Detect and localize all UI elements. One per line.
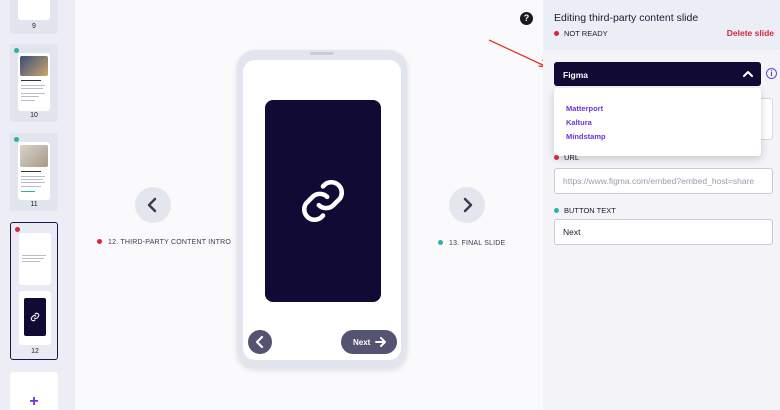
status-dot <box>14 48 19 53</box>
slide-number: 9 <box>32 23 36 30</box>
next-button-label: Next <box>353 338 371 347</box>
thumbnail-text-line <box>21 88 43 89</box>
chevron-left-icon <box>255 336 264 348</box>
thumbnail-text-line <box>22 258 44 259</box>
slide-thumbnail-card <box>19 291 51 345</box>
editor-panel: Editing third-party content slide NOT RE… <box>543 0 780 410</box>
slide-thumbnail-card <box>18 53 50 111</box>
thumbnail-text-line <box>21 96 39 97</box>
thumbnail-text-line <box>21 80 41 81</box>
dropdown-option[interactable]: Kaltura <box>566 118 592 127</box>
thumbnail-text-line <box>21 85 45 86</box>
slide-thumbnail-12[interactable]: 12 <box>10 222 58 360</box>
phone-notch <box>310 52 334 55</box>
status-dot <box>14 137 19 142</box>
slide-thumbnail-card <box>18 142 50 200</box>
phone-screen: Next <box>243 60 401 360</box>
slide-thumbnail-11[interactable]: 11 <box>10 133 58 211</box>
thumbnail-image <box>20 56 48 76</box>
status-dot <box>438 239 443 245</box>
thumbnail-text-line <box>21 100 35 101</box>
status-dot <box>554 30 559 36</box>
thumbnail-text-line <box>21 176 45 177</box>
status-dot <box>97 238 102 244</box>
thumbnail-image <box>20 145 48 167</box>
status-dot <box>554 154 559 160</box>
thumbnail-text-line <box>21 182 45 183</box>
add-slide-button[interactable]: + <box>10 372 58 410</box>
panel-title: Editing third-party content slide <box>554 12 699 24</box>
third-party-content-placeholder <box>265 100 381 302</box>
chevron-left-icon <box>147 197 157 213</box>
slide-thumbnail-card <box>18 0 50 20</box>
slide-number: 10 <box>30 112 38 119</box>
phone-preview: Next <box>237 50 407 368</box>
slide-thumbnail-card <box>19 233 51 285</box>
previous-slide-button[interactable] <box>135 187 171 223</box>
status-badge: NOT READY <box>554 29 608 38</box>
slide-thumbnail-rail: 9 10 11 12 + <box>0 0 75 410</box>
thumbnail-text-line <box>22 255 46 256</box>
slide-number: 12 <box>31 348 39 355</box>
button-text-field-label: BUTTON TEXT <box>554 206 616 215</box>
url-field-label: URL <box>554 153 579 162</box>
preview-next-button[interactable]: Next <box>341 330 397 354</box>
thumbnail-text-line <box>21 191 35 192</box>
slide-thumbnail-9[interactable]: 9 <box>10 0 58 34</box>
slide-number: 11 <box>30 201 38 208</box>
chevron-up-icon <box>743 71 753 77</box>
info-icon[interactable]: i <box>766 68 777 79</box>
delete-slide-button[interactable]: Delete slide <box>727 28 774 38</box>
editor-panel-header: Editing third-party content slide NOT RE… <box>543 0 780 50</box>
dropdown-option[interactable]: Matterport <box>566 104 603 113</box>
thumbnail-text-line <box>21 93 45 94</box>
url-input[interactable] <box>554 168 773 194</box>
next-slide-button[interactable] <box>449 187 485 223</box>
status-dot <box>554 207 559 213</box>
thumbnail-text-line <box>21 171 41 172</box>
provider-dropdown-menu: Matterport Kaltura Mindstamp <box>554 88 761 156</box>
link-icon <box>301 179 345 223</box>
chevron-right-icon <box>463 197 473 213</box>
thumbnail-text-line <box>21 186 41 187</box>
link-icon <box>30 312 40 322</box>
plus-icon: + <box>29 393 39 410</box>
previous-slide-label: 12. THIRD-PARTY CONTENT INTRO <box>97 238 231 246</box>
arrow-right-icon <box>375 337 386 347</box>
preview-back-button[interactable] <box>248 330 272 354</box>
dropdown-option[interactable]: Mindstamp <box>566 132 606 141</box>
provider-select[interactable]: Figma <box>554 62 761 86</box>
button-text-input[interactable] <box>554 219 773 245</box>
status-dot <box>15 227 20 232</box>
thumbnail-content-block <box>24 298 46 336</box>
thumbnail-text-line <box>21 179 43 180</box>
slide-thumbnail-10[interactable]: 10 <box>10 44 58 122</box>
help-icon[interactable]: ? <box>520 12 533 25</box>
provider-select-value: Figma <box>563 70 589 80</box>
next-slide-label: 13. FINAL SLIDE <box>438 239 505 247</box>
thumbnail-text-line <box>22 261 40 262</box>
